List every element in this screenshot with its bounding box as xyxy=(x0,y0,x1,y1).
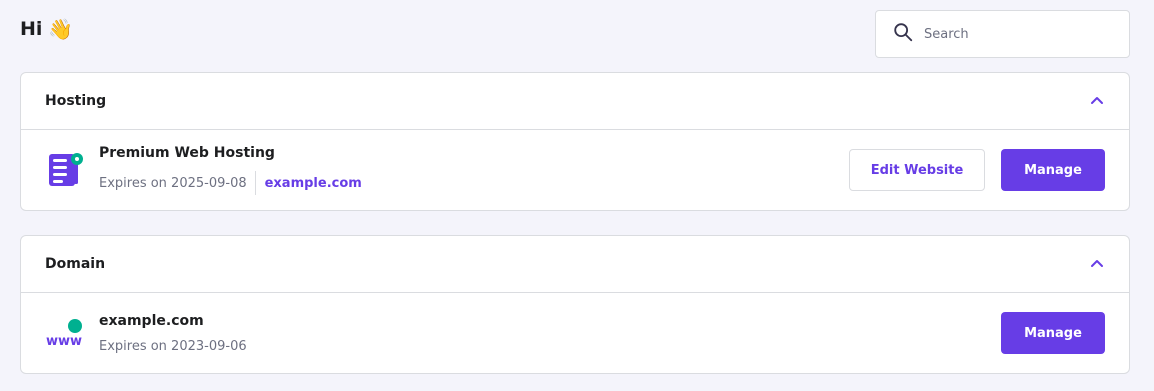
chevron-up-icon[interactable] xyxy=(1089,256,1105,272)
search-icon xyxy=(892,21,914,47)
domain-expiry-date: Expires on 2023-09-06 xyxy=(99,338,247,354)
waving-hand-icon: 👋 xyxy=(48,17,74,41)
hosting-item: Premium Web Hosting Expires on 2025-09-0… xyxy=(21,130,1129,210)
chevron-up-icon[interactable] xyxy=(1089,93,1105,109)
greeting-text: Hi xyxy=(20,18,43,40)
hosting-card-header[interactable]: Hosting xyxy=(21,73,1129,130)
server-icon xyxy=(49,153,83,186)
hosting-card: Hosting Premium Web Hosting Expires on 2… xyxy=(20,72,1130,211)
hosting-plan-name: Premium Web Hosting xyxy=(99,145,275,161)
domain-item: www example.com Expires on 2023-09-06 Ma… xyxy=(21,293,1129,373)
hosting-domain-link[interactable]: example.com xyxy=(265,176,362,191)
divider xyxy=(254,171,256,195)
search-input[interactable] xyxy=(924,26,1114,42)
greeting: Hi 👋 xyxy=(20,18,73,40)
hosting-manage-button[interactable]: Manage xyxy=(1001,149,1105,191)
search-box[interactable] xyxy=(875,10,1130,58)
domain-card: Domain www example.com Expires on 2023-0… xyxy=(20,235,1130,374)
edit-website-button[interactable]: Edit Website xyxy=(849,149,985,191)
domain-name: example.com xyxy=(99,312,204,329)
domain-card-header[interactable]: Domain xyxy=(21,236,1129,293)
hosting-expiry-date: Expires on 2025-09-08 xyxy=(99,175,247,191)
hosting-section-title: Hosting xyxy=(45,93,107,109)
www-icon-text: www xyxy=(46,334,82,349)
domain-manage-button[interactable]: Manage xyxy=(1001,312,1105,354)
domain-section-title: Domain xyxy=(45,256,106,272)
www-icon: www xyxy=(46,319,82,349)
